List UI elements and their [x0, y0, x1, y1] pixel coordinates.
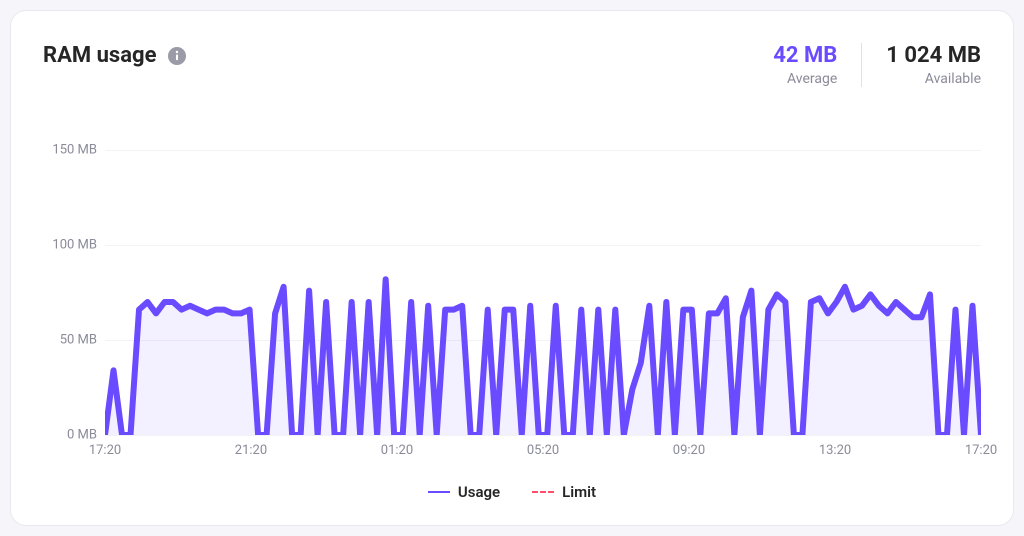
y-tick-label: 50 MB — [60, 333, 97, 348]
x-tick-label: 17:20 — [89, 443, 121, 458]
y-tick-label: 100 MB — [52, 238, 97, 253]
y-tick-label: 0 MB — [67, 428, 97, 443]
stat-average-label: Average — [773, 71, 837, 87]
info-icon[interactable] — [168, 47, 186, 65]
stat-average: 42 MB Average — [749, 43, 861, 87]
legend-usage-swatch — [428, 491, 450, 493]
stats: 42 MB Average 1 024 MB Available — [749, 43, 981, 87]
stat-available-label: Available — [886, 71, 981, 87]
plot — [105, 131, 981, 435]
x-tick-label: 01:20 — [381, 443, 413, 458]
x-tick-label: 13:20 — [819, 443, 851, 458]
legend-limit-label: Limit — [562, 483, 596, 501]
legend-limit-swatch — [532, 491, 554, 493]
card-title: RAM usage — [43, 43, 156, 68]
x-tick-label: 05:20 — [527, 443, 559, 458]
chart-area: 0 MB50 MB100 MB150 MB 17:2021:2001:2005:… — [43, 131, 981, 435]
y-axis: 0 MB50 MB100 MB150 MB — [43, 131, 105, 435]
legend-usage: Usage — [428, 483, 500, 501]
stat-average-value: 42 MB — [773, 43, 837, 69]
x-tick-label: 09:20 — [673, 443, 705, 458]
legend-usage-label: Usage — [458, 483, 500, 501]
legend-limit: Limit — [532, 483, 596, 501]
card-header: RAM usage 42 MB Average 1 024 MB Availab… — [43, 43, 981, 87]
x-axis: 17:2021:2001:2005:2009:2013:2017:20 — [105, 443, 981, 461]
x-tick-label: 17:20 — [965, 443, 997, 458]
stat-available: 1 024 MB Available — [861, 43, 981, 87]
y-tick-label: 150 MB — [52, 143, 97, 158]
stat-available-value: 1 024 MB — [886, 43, 981, 69]
ram-usage-card: RAM usage 42 MB Average 1 024 MB Availab… — [10, 10, 1014, 526]
x-tick-label: 21:20 — [235, 443, 267, 458]
legend: Usage Limit — [11, 483, 1013, 501]
title-group: RAM usage — [43, 43, 186, 68]
